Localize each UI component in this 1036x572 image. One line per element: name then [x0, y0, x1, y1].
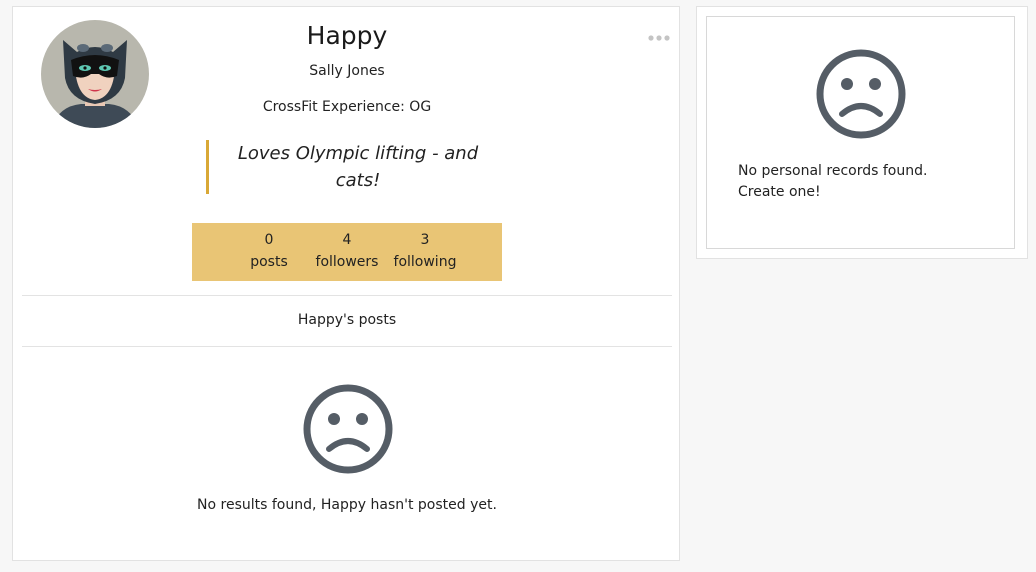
bio-text: Loves Olympic lifting - and cats!: [237, 143, 479, 191]
divider: [22, 295, 672, 296]
stat-posts-count: 0: [264, 232, 274, 248]
experience-label: CrossFit Experience:: [262, 99, 405, 115]
create-record-link[interactable]: Create one!: [738, 182, 978, 203]
no-records-text: No personal records found.: [738, 163, 928, 179]
stat-followers[interactable]: 4 followers: [312, 223, 382, 281]
no-records-message: No personal records found. Create one!: [738, 161, 978, 203]
personal-records-card: No personal records found. Create one!: [696, 6, 1028, 259]
experience-value: OG: [409, 99, 432, 115]
sad-face-icon: [815, 48, 907, 140]
stat-following-count: 3: [420, 232, 430, 248]
stat-posts[interactable]: 0 posts: [234, 223, 304, 281]
stat-followers-label: followers: [315, 254, 379, 270]
no-posts-message: No results found, Happy hasn't posted ye…: [197, 497, 497, 513]
stat-following-label: following: [393, 254, 457, 270]
posts-heading: Happy's posts: [297, 312, 397, 328]
profile-experience: CrossFit Experience: OG: [13, 99, 681, 115]
profile-username: Happy: [306, 21, 388, 50]
profile-full-name: Sally Jones: [309, 63, 385, 79]
bio-quote: Loves Olympic lifting - and cats!: [206, 140, 496, 194]
profile-card: Happy Sally Jones CrossFit Experience: O…: [12, 6, 680, 561]
sad-face-icon: [302, 383, 394, 475]
stat-posts-label: posts: [250, 254, 288, 270]
personal-records-panel: No personal records found. Create one!: [706, 16, 1015, 249]
divider: [22, 346, 672, 347]
stat-following[interactable]: 3 following: [390, 223, 460, 281]
stats-bar: 0 posts 4 followers 3 following: [192, 223, 502, 281]
stat-followers-count: 4: [342, 232, 352, 248]
